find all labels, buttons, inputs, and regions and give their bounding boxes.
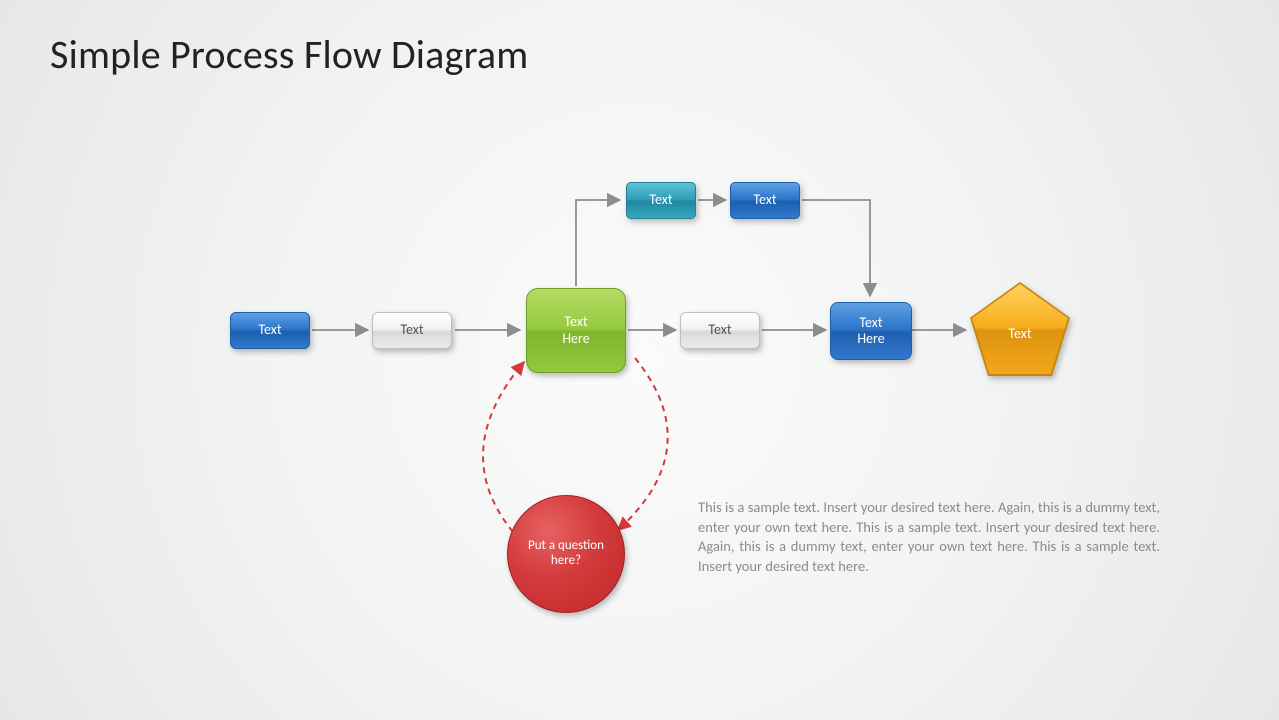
arrow-topB-merge xyxy=(802,200,870,296)
node-4-label: Text xyxy=(708,322,731,338)
node-4[interactable]: Text xyxy=(680,312,760,349)
dashed-arrow-left xyxy=(483,362,524,532)
slide: Simple Process Flow Diagram Text Te xyxy=(0,0,1279,720)
description-text: This is a sample text. Insert your desir… xyxy=(698,498,1160,576)
node-3-decision[interactable]: Text Here xyxy=(526,288,626,373)
node-1-label: Text xyxy=(258,322,281,338)
arrow-n3-topA xyxy=(576,200,620,286)
connectors-layer xyxy=(0,0,1279,720)
node-6-label: Text xyxy=(1008,326,1031,342)
node-1[interactable]: Text xyxy=(230,312,310,349)
dashed-arrow-right xyxy=(618,358,668,530)
question-label: Put a question here? xyxy=(520,539,612,569)
node-6-pentagon[interactable]: Text xyxy=(972,284,1068,374)
node-top-a-label: Text xyxy=(649,192,672,208)
node-2-label: Text xyxy=(400,322,423,338)
node-2[interactable]: Text xyxy=(372,312,452,349)
node-top-a[interactable]: Text xyxy=(626,182,696,219)
node-3-label: Text Here xyxy=(562,314,589,346)
node-5-label: Text Here xyxy=(857,315,884,347)
node-top-b[interactable]: Text xyxy=(730,182,800,219)
node-5[interactable]: Text Here xyxy=(830,302,912,360)
node-top-b-label: Text xyxy=(753,192,776,208)
slide-title: Simple Process Flow Diagram xyxy=(50,30,528,79)
question-circle[interactable]: Put a question here? xyxy=(507,495,625,613)
